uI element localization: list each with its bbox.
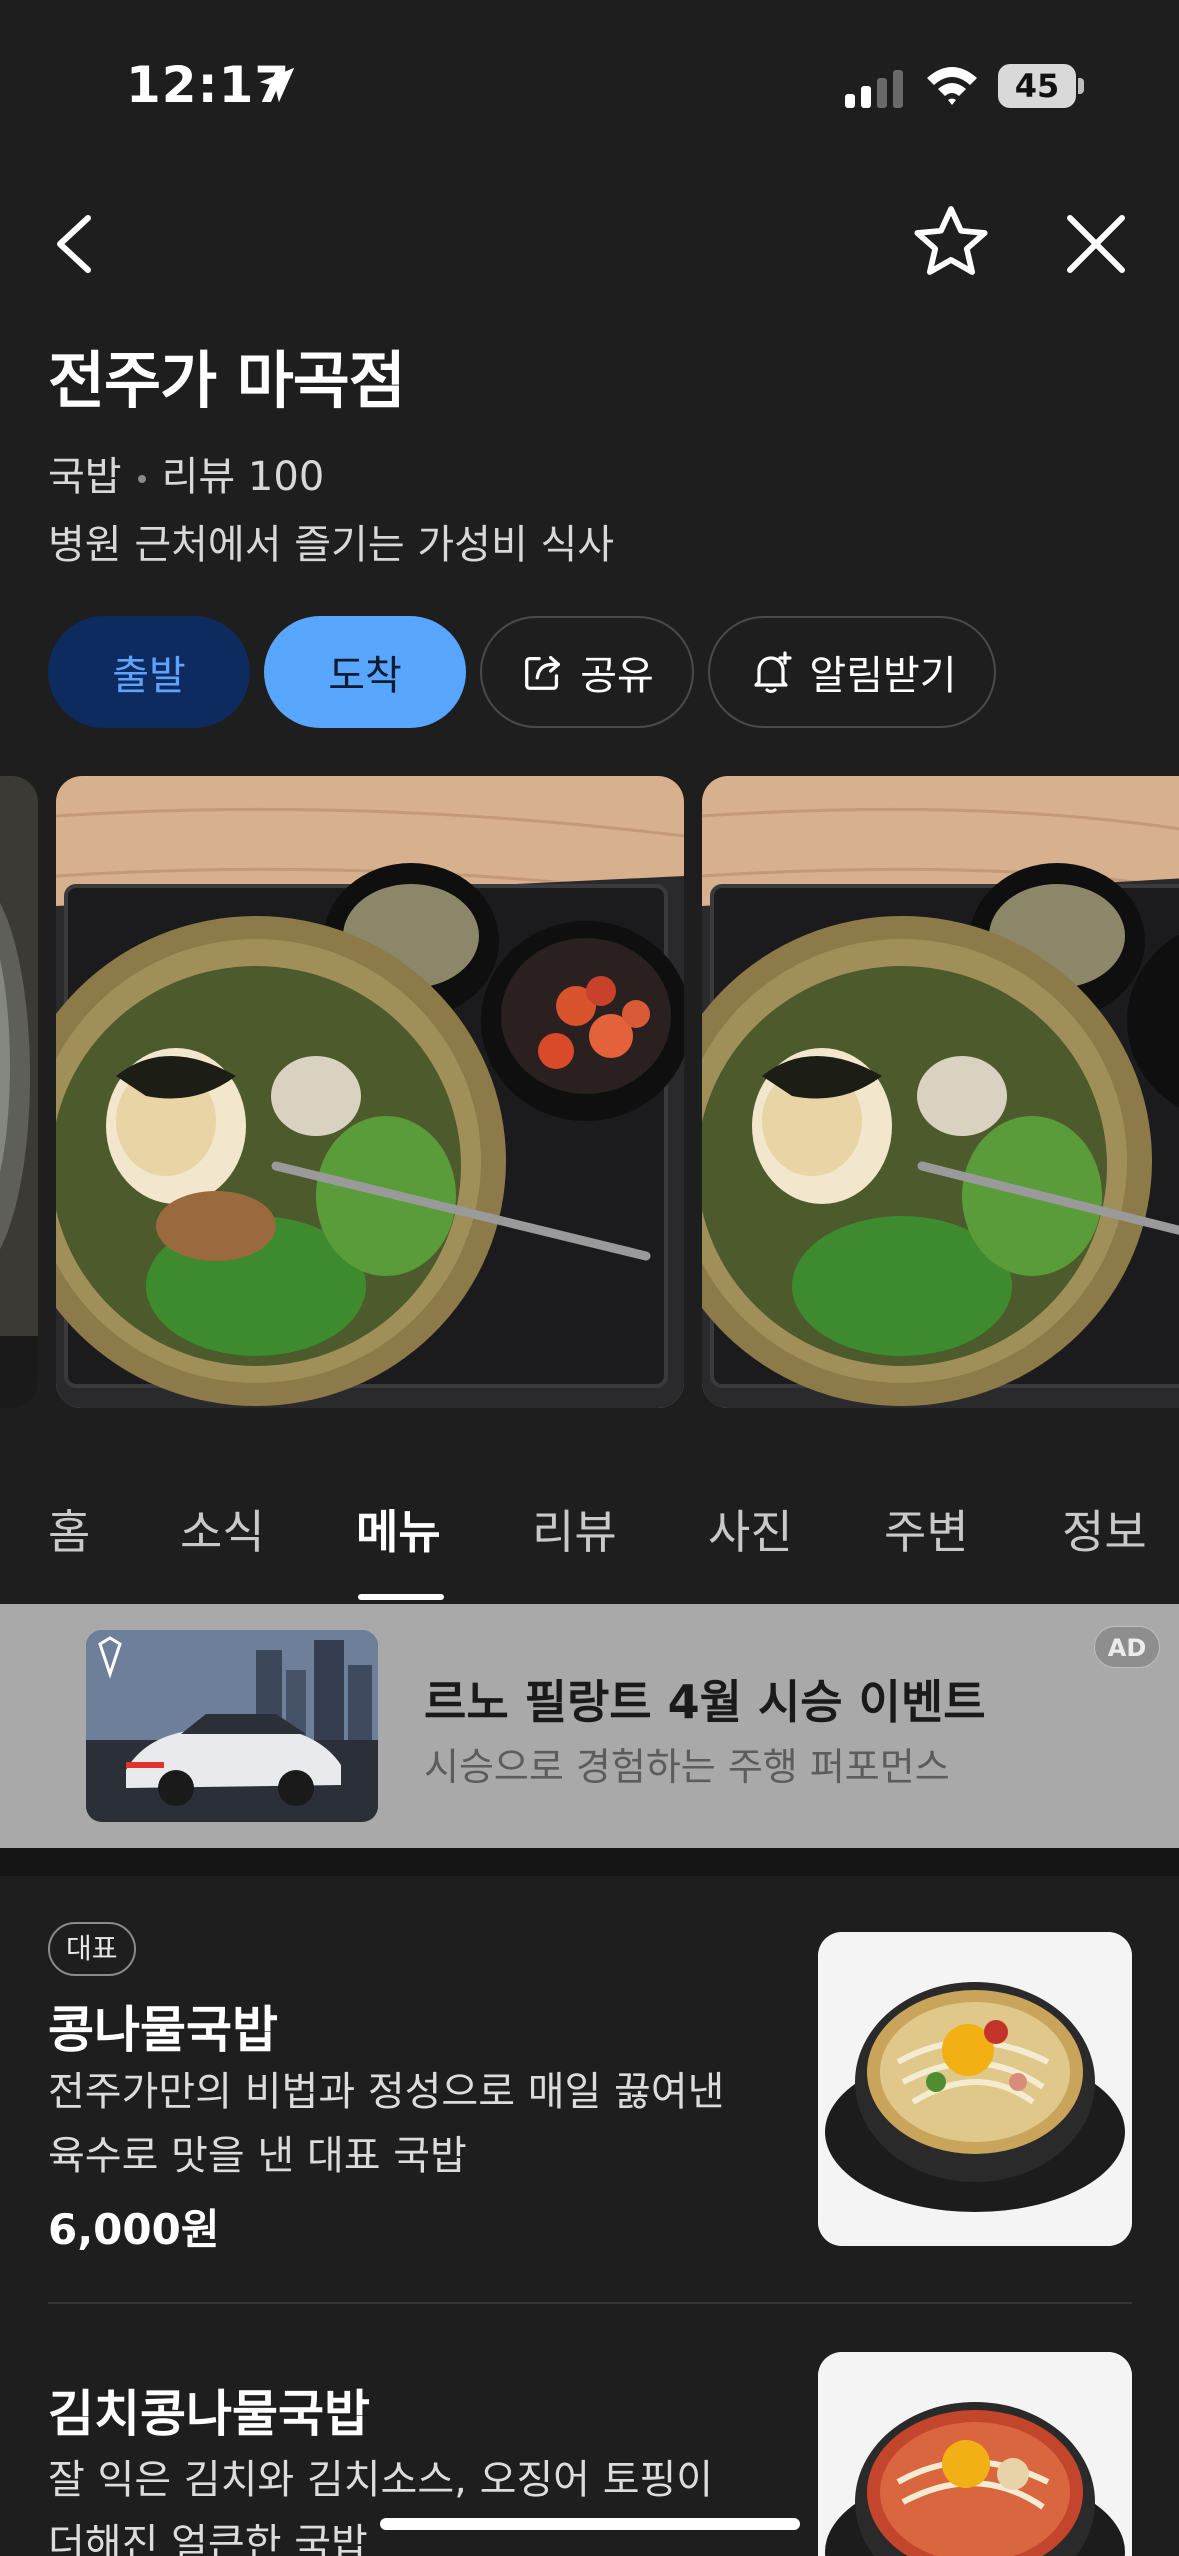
section-separator (0, 1848, 1179, 1876)
close-button[interactable] (1058, 206, 1134, 282)
menu-item-photo[interactable] (818, 2352, 1132, 2556)
menu-divider (48, 2302, 1132, 2304)
wifi-icon (927, 67, 977, 105)
menu-item-description: 전주가만의 비법과 정성으로 매일 끓여낸 육수로 맛을 낸 대표 국밥 (48, 2060, 788, 2188)
battery-nub (1078, 78, 1084, 94)
menu-item-price: 6,000원 (48, 2205, 220, 2254)
share-icon (525, 655, 561, 690)
kimchi-kongnamul-gukbap-image (818, 2352, 1132, 2556)
tab-home[interactable]: 홈 (48, 1496, 90, 1562)
menu-item-desc-line: 육수로 맛을 낸 대표 국밥 (48, 2133, 467, 2179)
tab-nearby[interactable]: 주변 (884, 1496, 969, 1562)
alert-button[interactable]: 알림받기 (708, 616, 996, 728)
share-label: 공유 (580, 653, 654, 699)
arrive-button[interactable]: 도착 (264, 616, 466, 728)
signal-icon (845, 70, 903, 108)
battery-indicator: 45 (998, 64, 1076, 108)
ad-title: 르노 필랑트 4월 시승 이벤트 (424, 1675, 986, 1729)
bell-plus-icon (754, 651, 792, 694)
menu-item-name[interactable]: 콩나물국밥 (48, 1990, 278, 2062)
tab-info[interactable]: 정보 (1062, 1496, 1147, 1562)
place-category: 국밥 (48, 454, 122, 500)
tab-reviews[interactable]: 리뷰 (532, 1496, 617, 1562)
signature-badge: 대표 (48, 1922, 136, 1976)
photo-bibimbap-main[interactable] (56, 776, 684, 1408)
tab-bar: 홈 소식 메뉴 리뷰 사진 주변 정보 (0, 1470, 1179, 1602)
menu-item-desc-line: 잘 익은 김치와 김치소스, 오징어 토핑이 (48, 2457, 714, 2503)
place-meta: 국밥 리뷰 100 (48, 444, 324, 502)
place-description: 병원 근처에서 즐기는 가성비 식사 (48, 522, 615, 568)
photo-partial-left[interactable] (0, 776, 38, 1408)
place-title: 전주가 마곡점 (48, 344, 406, 417)
tab-news[interactable]: 소식 (180, 1496, 265, 1562)
bibimbap-photo (56, 776, 684, 1408)
arrive-label: 도착 (328, 653, 402, 699)
depart-button[interactable]: 출발 (48, 616, 250, 728)
active-tab-indicator (358, 1594, 444, 1600)
menu-item-name[interactable]: 김치콩나물국밥 (48, 2374, 370, 2446)
tab-menu[interactable]: 메뉴 (356, 1496, 441, 1562)
kongnamul-gukbap-image (818, 1932, 1132, 2246)
location-arrow-icon (259, 67, 295, 103)
ad-badge: AD (1094, 1626, 1160, 1668)
home-indicator[interactable] (380, 2518, 800, 2530)
menu-item-desc-line: 전주가만의 비법과 정성으로 매일 끓여낸 (48, 2069, 725, 2115)
photo-bibimbap-second[interactable] (702, 776, 1179, 1408)
ad-car-image (86, 1630, 378, 1822)
alert-label: 알림받기 (809, 653, 957, 699)
tab-photos[interactable]: 사진 (708, 1496, 793, 1562)
review-count-link[interactable]: 리뷰 100 (162, 454, 325, 500)
star-icon (914, 206, 988, 275)
back-button[interactable] (46, 204, 106, 284)
share-button[interactable]: 공유 (480, 616, 694, 728)
depart-label: 출발 (112, 653, 186, 699)
back-icon (57, 215, 91, 273)
meta-separator-dot (137, 475, 146, 483)
ad-banner[interactable]: 르노 필랑트 4월 시승 이벤트 시승으로 경험하는 주행 퍼포먼스 AD (0, 1604, 1179, 1848)
menu-item-description: 잘 익은 김치와 김치소스, 오징어 토핑이 더해진 얼큰한 국밥 (48, 2448, 788, 2556)
soup-photo-fragment (0, 776, 38, 1408)
ad-subtitle: 시승으로 경험하는 주행 퍼포먼스 (424, 1745, 950, 1789)
bibimbap-photo-2 (702, 776, 1179, 1408)
menu-item-photo[interactable] (818, 1932, 1132, 2246)
favorite-button[interactable] (908, 200, 994, 286)
close-icon (1067, 215, 1125, 273)
